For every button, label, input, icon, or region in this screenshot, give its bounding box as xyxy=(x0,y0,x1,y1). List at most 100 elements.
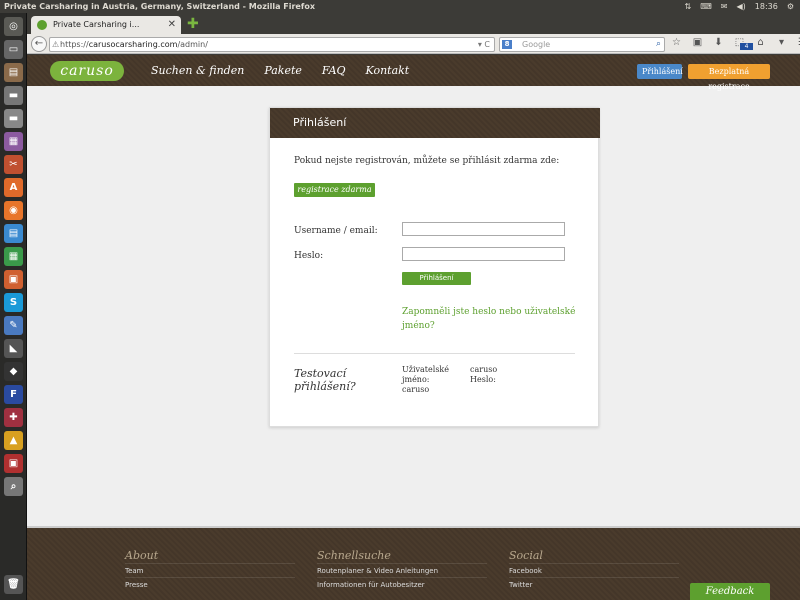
app-gray-icon[interactable]: ◣ xyxy=(4,339,23,358)
login-submit-button[interactable]: Přihlášení xyxy=(402,272,471,285)
home-icon[interactable]: ⌂ xyxy=(754,37,767,48)
drive-icon[interactable]: ▬ xyxy=(4,86,23,105)
viewer-icon[interactable]: ⌕ xyxy=(4,477,23,496)
keyboard-icon[interactable]: ⌨ xyxy=(700,0,712,13)
pocket-icon[interactable]: ▾ xyxy=(775,37,788,48)
footer-heading-about: About xyxy=(125,549,159,562)
firefox-icon[interactable]: ◉ xyxy=(4,201,23,220)
window-title: Private Carsharing in Austria, Germany, … xyxy=(4,2,315,11)
close-icon[interactable]: ✕ xyxy=(168,16,176,34)
header-login-button[interactable]: Přihlášení xyxy=(637,64,683,79)
footer-link-facebook[interactable]: Facebook xyxy=(509,563,679,577)
folder-icon[interactable]: ▤ xyxy=(4,63,23,82)
search-input[interactable]: Google xyxy=(522,40,550,49)
tab-bar: Private Carsharing i... ✕ ✚ xyxy=(27,13,800,34)
footer-heading-schnellsuche: Schnellsuche xyxy=(317,549,391,562)
url-scheme: https:// xyxy=(60,40,89,49)
test-pass-value: caruso xyxy=(470,365,498,374)
footer-link-presse[interactable]: Presse xyxy=(125,577,295,591)
tools-icon[interactable]: ✂ xyxy=(4,155,23,174)
app-red2-icon[interactable]: ▣ xyxy=(4,454,23,473)
navigation-bar: ← ⚠ https://carusocarsharing.com/admin/ … xyxy=(27,34,800,54)
register-free-button[interactable]: registrace zdarma → xyxy=(294,183,375,208)
register-intro: Pokud nejste registrován, můžete se přih… xyxy=(294,156,560,166)
back-button[interactable]: ← xyxy=(31,36,47,52)
footer-col-schnellsuche: Schnellsuche Routenplaner & Video Anleit… xyxy=(317,549,487,591)
os-top-panel: Private Carsharing in Austria, Germany, … xyxy=(0,0,800,13)
bookmarks-icon[interactable]: ▣ xyxy=(691,37,704,48)
test-pass-block: caruso Heslo: xyxy=(470,365,530,385)
username-field[interactable] xyxy=(402,222,565,236)
mail-icon[interactable]: ✉ xyxy=(721,0,728,13)
url-host: carusocarsharing.com xyxy=(88,40,178,49)
username-label: Username / email: xyxy=(294,226,378,236)
reload-icon[interactable]: ▾ C xyxy=(478,38,490,51)
app-blue-icon[interactable]: ✎ xyxy=(4,316,23,335)
new-tab-icon[interactable]: ✚ xyxy=(187,16,199,32)
tab-carsharing[interactable]: Private Carsharing i... ✕ xyxy=(31,16,181,34)
test-user-block: Uživatelské jméno: caruso xyxy=(402,365,462,395)
download-icon[interactable]: ⬇ xyxy=(712,37,725,48)
nav-kontakt[interactable]: Kontakt xyxy=(366,55,410,86)
divider xyxy=(294,353,575,354)
files-icon[interactable]: ▭ xyxy=(4,40,23,59)
menu-icon[interactable]: ☰ xyxy=(796,37,800,48)
search-icon[interactable]: ⌕ xyxy=(656,38,661,51)
skype-icon[interactable]: S xyxy=(4,293,23,312)
volume-icon[interactable]: ◀) xyxy=(736,0,745,13)
os-indicators: ⇅ ⌨ ✉ ◀) 18:36 ⚙ xyxy=(685,0,794,13)
toolbar-icons: ☆ ▣ ⬇ ⬚4 ⌂ ▾ ☰ xyxy=(670,37,800,50)
url-bar[interactable]: ⚠ https://carusocarsharing.com/admin/ ▾ … xyxy=(49,37,495,52)
forgot-password-link[interactable]: Zapomněli jste heslo nebo uživatelské jm… xyxy=(402,305,582,333)
calc-icon[interactable]: ▦ xyxy=(4,247,23,266)
software-center-icon[interactable]: A xyxy=(4,178,23,197)
trash-icon[interactable]: 🗑 xyxy=(4,575,23,594)
bookmark-star-icon[interactable]: ☆ xyxy=(670,37,683,48)
site-footer: About Team Presse Schnellsuche Routenpla… xyxy=(27,528,800,600)
app-red-icon[interactable]: ✚ xyxy=(4,408,23,427)
nav-pakete[interactable]: Pakete xyxy=(264,55,302,86)
impress-icon[interactable]: ▣ xyxy=(4,270,23,289)
footer-col-about: About Team Presse xyxy=(125,549,295,591)
url-path: /admin/ xyxy=(177,40,208,49)
app-purple-icon[interactable]: ▦ xyxy=(4,132,23,151)
login-box: Přihlášení Pokud nejste registrován, můž… xyxy=(269,107,600,427)
nav-suchen[interactable]: Suchen & finden xyxy=(151,55,244,86)
test-user-value: caruso xyxy=(402,385,430,394)
dash-icon[interactable]: ◎ xyxy=(4,17,23,36)
web-page: caruso Suchen & finden Pakete FAQ Kontak… xyxy=(27,55,800,600)
password-label: Heslo: xyxy=(294,251,324,261)
feedback-button[interactable]: Feedback xyxy=(690,583,770,600)
writer-icon[interactable]: ▤ xyxy=(4,224,23,243)
caruso-logo[interactable]: caruso xyxy=(50,61,124,81)
footer-col-social: Social Facebook Twitter xyxy=(509,549,679,591)
app-dark-icon[interactable]: ◆ xyxy=(4,362,23,381)
app-yellow-icon[interactable]: ▲ xyxy=(4,431,23,450)
drive2-icon[interactable]: ▬ xyxy=(4,109,23,128)
header-register-button[interactable]: Bezplatná registrace xyxy=(688,64,770,91)
tab-title: Private Carsharing i... xyxy=(53,20,140,29)
password-field[interactable] xyxy=(402,247,565,261)
clock[interactable]: 18:36 xyxy=(755,0,778,13)
settings-icon[interactable]: ⚙ xyxy=(787,0,794,13)
footer-link-autobesitzer[interactable]: Informationen für Autobesitzer xyxy=(317,577,487,591)
test-login-title: Testovací přihlášení? xyxy=(294,367,356,393)
footer-link-twitter[interactable]: Twitter xyxy=(509,577,679,591)
network-icon[interactable]: ⇅ xyxy=(685,0,692,13)
filezilla-icon[interactable]: F xyxy=(4,385,23,404)
addon-badge: 4 xyxy=(740,43,753,50)
addon-icon[interactable]: ⬚4 xyxy=(733,37,753,50)
unity-launcher: ◎ ▭ ▤ ▬ ▬ ▦ ✂ A ◉ ▤ ▦ ▣ S ✎ ◣ ◆ F ✚ ▲ ▣ … xyxy=(0,13,27,600)
site-header: caruso Suchen & finden Pakete FAQ Kontak… xyxy=(27,55,800,91)
test-user-label: Uživatelské jméno: xyxy=(402,365,449,384)
search-engine-icon[interactable]: 8 xyxy=(502,40,512,49)
favicon-icon xyxy=(37,20,47,30)
footer-link-team[interactable]: Team xyxy=(125,563,295,577)
nav-faq[interactable]: FAQ xyxy=(322,55,346,86)
footer-heading-social: Social xyxy=(509,549,543,562)
footer-link-routenplaner[interactable]: Routenplaner & Video Anleitungen xyxy=(317,563,487,577)
lock-icon[interactable]: ⚠ xyxy=(52,38,59,51)
search-bar[interactable]: 8 Google ⌕ xyxy=(499,37,665,52)
login-title: Přihlášení xyxy=(270,108,600,138)
main-nav: Suchen & finden Pakete FAQ Kontakt xyxy=(151,55,409,86)
